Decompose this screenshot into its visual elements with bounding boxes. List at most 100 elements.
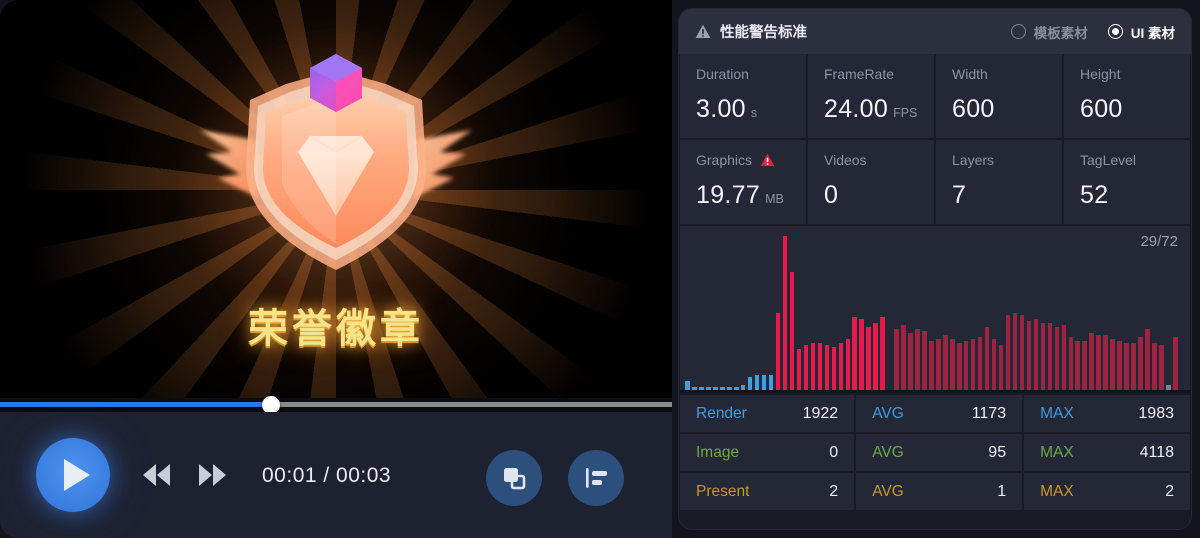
table-row: Render 1922 AVG 1173 MAX 1983 [680, 395, 1190, 432]
compare-layers-button[interactable] [486, 450, 542, 506]
stat-value: 7 [952, 181, 967, 209]
chart-bar [1039, 236, 1046, 393]
rewind-icon [142, 464, 170, 486]
stat-value: 52 [1080, 181, 1109, 209]
metric-max-label: MAX [1040, 443, 1074, 461]
chart-bar [1095, 236, 1102, 393]
metric-present-current: Present 2 [680, 473, 855, 510]
chart-bar [872, 236, 879, 393]
stat-framerate: FrameRate 24.00 FPS [808, 54, 934, 138]
asset-type-radio-group: 模板素材 UI 素材 [1010, 22, 1175, 42]
chart-bar [719, 236, 726, 393]
chart-bar [879, 236, 886, 393]
chart-bar [1123, 236, 1130, 393]
chart-bar [747, 236, 754, 393]
stat-value: 600 [1080, 95, 1123, 123]
metric-avg-value: 95 [988, 443, 1007, 461]
metrics-table: Render 1922 AVG 1173 MAX 1983 Image 0 AV… [680, 395, 1190, 510]
chart-bar [830, 236, 837, 393]
stat-label: Layers [952, 152, 995, 168]
chart-bar [914, 236, 921, 393]
chart-bar [740, 236, 747, 393]
radio-option-ui[interactable]: UI 素材 [1107, 22, 1175, 42]
rewind-button[interactable] [138, 464, 174, 486]
metric-render-current: Render 1922 [680, 395, 855, 432]
chart-bar [1067, 236, 1074, 393]
stat-value: 24.00 [824, 95, 889, 123]
panel-title: 性能警告标准 [720, 25, 807, 41]
chart-bar [1158, 236, 1165, 393]
metric-max-value: 1983 [1138, 404, 1174, 422]
chart-bar [1144, 236, 1151, 393]
chart-bar [928, 236, 935, 393]
metric-present-avg: AVG 1 [856, 473, 1023, 510]
play-icon [64, 459, 90, 491]
chart-bar [1165, 236, 1172, 393]
stats-grid: Duration 3.00 s FrameRate 24.00 FPS Widt… [679, 54, 1191, 224]
metric-name: Render [696, 404, 747, 422]
chart-bar [816, 236, 823, 393]
chart-bar [837, 236, 844, 393]
chart-bar [970, 236, 977, 393]
stat-label: TagLevel [1080, 152, 1137, 168]
stat-unit: s [750, 106, 758, 120]
radio-icon-ui [1107, 24, 1123, 39]
metric-value: 0 [829, 443, 839, 461]
stat-label: Duration [696, 66, 749, 82]
metric-max-label: MAX [1040, 404, 1074, 422]
radio-option-template[interactable]: 模板素材 [1010, 22, 1088, 42]
fast-forward-button[interactable] [194, 464, 230, 486]
chart-bar [893, 236, 900, 393]
radio-label-ui: UI 素材 [1130, 25, 1175, 41]
performance-panel: 性能警告标准 模板素材 UI 素材 Duration 3.00 s FrameR… [678, 8, 1192, 530]
chart-bar [1046, 236, 1053, 393]
metric-name: Image [696, 443, 740, 461]
chart-bar [1102, 236, 1109, 393]
stat-layers: Layers 7 [936, 140, 1062, 224]
chart-bar [865, 236, 872, 393]
chart-bar [942, 236, 949, 393]
align-left-icon [586, 468, 607, 488]
chart-bar [698, 236, 705, 393]
video-scrubber[interactable] [0, 396, 672, 414]
metric-present-max: MAX 2 [1024, 473, 1190, 510]
stat-height: Height 600 [1064, 54, 1190, 138]
metric-value: 2 [829, 482, 839, 500]
chart-bar [684, 236, 691, 393]
stat-duration: Duration 3.00 s [680, 54, 806, 138]
chart-bar [782, 236, 789, 393]
play-button[interactable] [36, 438, 110, 512]
chart-bar [761, 236, 768, 393]
video-stage[interactable]: 荣誉徽章 [0, 0, 672, 398]
chart-bar [1019, 236, 1026, 393]
metric-render-avg: AVG 1173 [856, 395, 1023, 432]
stat-width: Width 600 [936, 54, 1062, 138]
chart-bar [858, 236, 865, 393]
scrubber-fill [0, 402, 270, 407]
metric-name: Present [696, 482, 750, 500]
badge-title: 荣誉徽章 [248, 307, 424, 351]
metric-avg-label: AVG [872, 482, 904, 500]
chart-bar [775, 236, 782, 393]
chart-bar [1088, 236, 1095, 393]
chart-bar [1053, 236, 1060, 393]
stat-value: 600 [952, 95, 995, 123]
stat-videos: Videos 0 [808, 140, 934, 224]
metric-image-max: MAX 4118 [1024, 434, 1190, 471]
table-row: Image 0 AVG 95 MAX 4118 [680, 434, 1190, 471]
graphics-warning-icon [760, 153, 775, 167]
stat-label: FrameRate [824, 66, 895, 82]
video-player: 荣誉徽章 00:01 / 00:03 [0, 0, 672, 538]
stat-graphics: Graphics 19.77 MB [680, 140, 806, 224]
chart-bar [823, 236, 830, 393]
frame-time-chart[interactable]: 29/72 [680, 226, 1190, 393]
chart-bar [1172, 236, 1179, 393]
align-left-button[interactable] [568, 450, 624, 506]
badge-svg [200, 54, 472, 270]
chart-bar [712, 236, 719, 393]
chart-bar [907, 236, 914, 393]
chart-bar [802, 236, 809, 393]
chart-bar [1151, 236, 1158, 393]
metric-avg-label: AVG [872, 404, 904, 422]
chart-bar [768, 236, 775, 393]
